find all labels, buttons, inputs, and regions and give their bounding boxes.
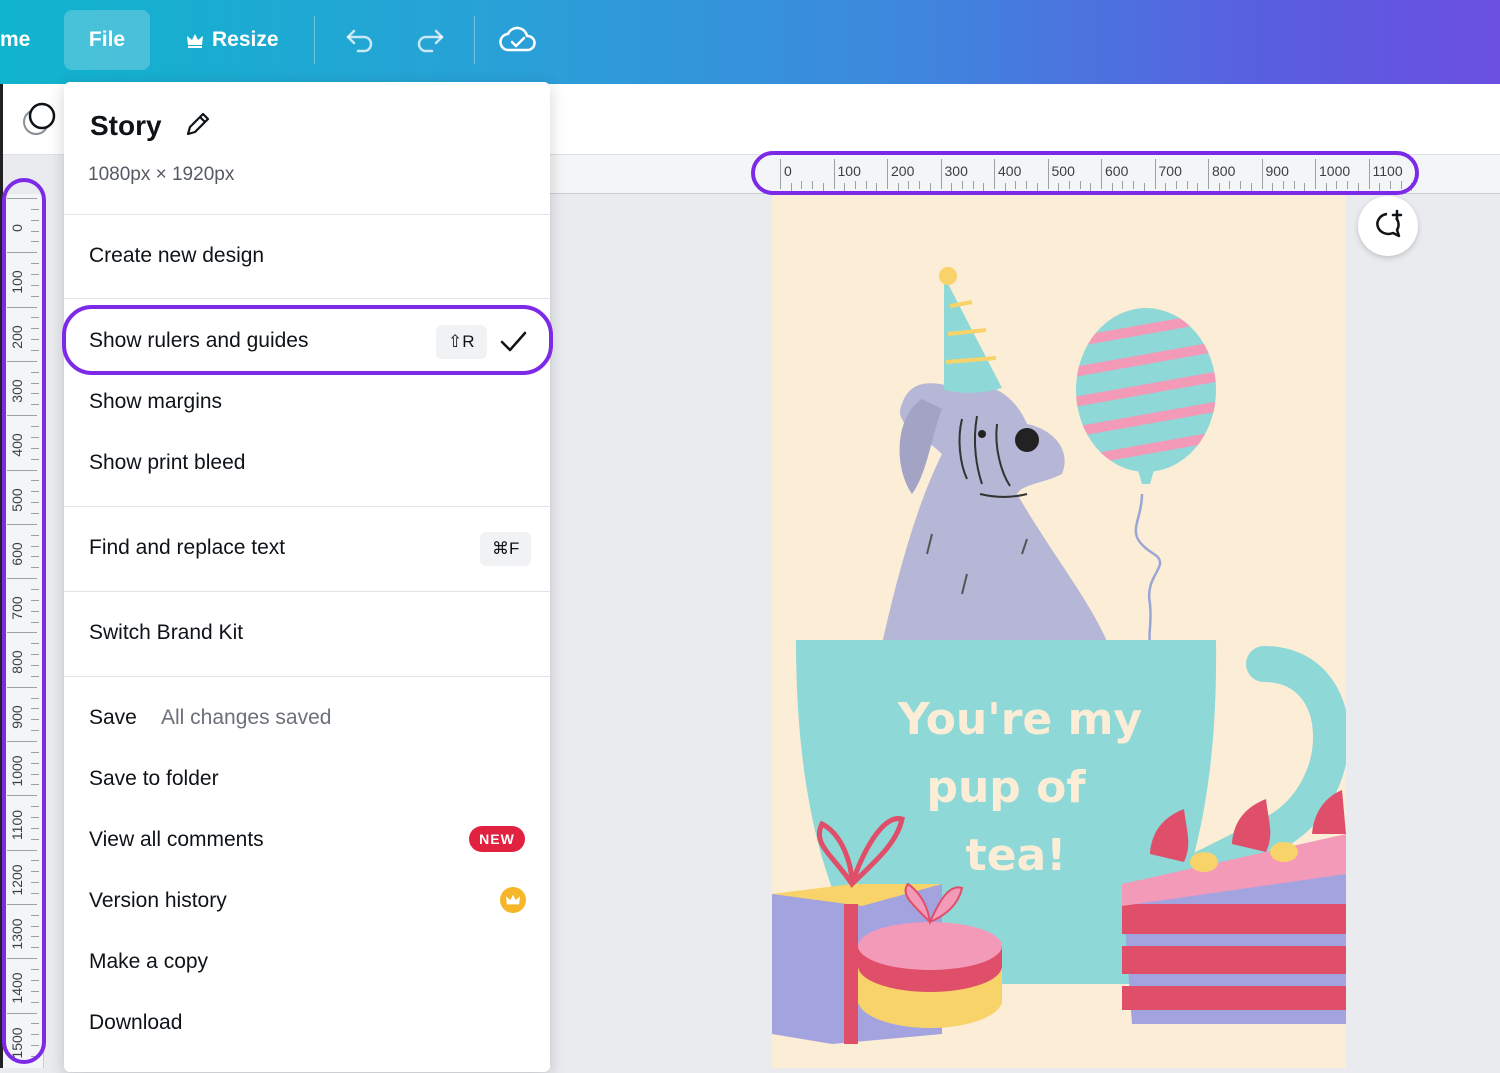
balloon-illustration <box>1076 308 1216 645</box>
comment-add-icon <box>1376 209 1403 238</box>
save-to-folder-item[interactable]: Save to folder <box>89 767 219 791</box>
highlight-horizontal-ruler <box>751 151 1419 195</box>
dog-illustration <box>882 267 1108 644</box>
transparency-icon[interactable] <box>20 100 58 143</box>
find-replace-item[interactable]: Find and replace text <box>89 536 285 560</box>
toolbar-divider <box>474 16 475 64</box>
show-margins-item[interactable]: Show margins <box>89 390 222 414</box>
menu-divider <box>64 506 550 507</box>
switch-brand-kit-item[interactable]: Switch Brand Kit <box>89 621 243 645</box>
design-title[interactable]: Story <box>90 110 162 142</box>
design-text-line2: pup of <box>926 762 1086 813</box>
download-item[interactable]: Download <box>89 1011 182 1035</box>
pencil-icon[interactable] <box>182 108 214 145</box>
crown-icon <box>187 34 203 48</box>
file-menu: Story 1080px × 1920px Create new design … <box>64 82 550 1072</box>
redo-icon[interactable] <box>408 18 452 62</box>
menu-divider <box>64 214 550 215</box>
view-comments-item[interactable]: View all comments <box>89 828 264 852</box>
toolbar-divider <box>314 16 315 64</box>
version-history-item[interactable]: Version history <box>89 889 227 913</box>
design-text-line1: You're my <box>897 694 1142 745</box>
menu-divider <box>64 591 550 592</box>
resize-button[interactable]: Resize <box>186 10 279 70</box>
highlight-vertical-ruler <box>2 178 46 1064</box>
design-text-line3: tea! <box>966 830 1067 881</box>
design-dimensions: 1080px × 1920px <box>88 164 235 185</box>
design-canvas[interactable]: You're my pup of tea! <box>772 194 1346 1068</box>
menu-divider <box>64 298 550 299</box>
add-comment-button[interactable] <box>1358 196 1418 256</box>
menu-divider <box>64 676 550 677</box>
new-badge: NEW <box>469 826 525 852</box>
save-status: All changes saved <box>161 706 332 729</box>
undo-icon[interactable] <box>338 18 382 62</box>
save-item[interactable]: Save <box>89 706 137 730</box>
find-replace-shortcut: ⌘F <box>480 532 532 566</box>
highlight-show-rulers <box>62 305 553 375</box>
cloud-saved-icon[interactable] <box>496 18 540 62</box>
make-copy-item[interactable]: Make a copy <box>89 950 208 974</box>
design-illustration: You're my pup of tea! <box>772 267 1346 1044</box>
home-button[interactable]: me <box>0 10 30 70</box>
premium-crown-icon <box>500 887 526 913</box>
top-bar: me File Resize <box>0 0 1500 84</box>
file-menu-button[interactable]: File <box>64 10 150 70</box>
create-new-design-item[interactable]: Create new design <box>89 244 264 268</box>
show-print-bleed-item[interactable]: Show print bleed <box>89 451 245 475</box>
